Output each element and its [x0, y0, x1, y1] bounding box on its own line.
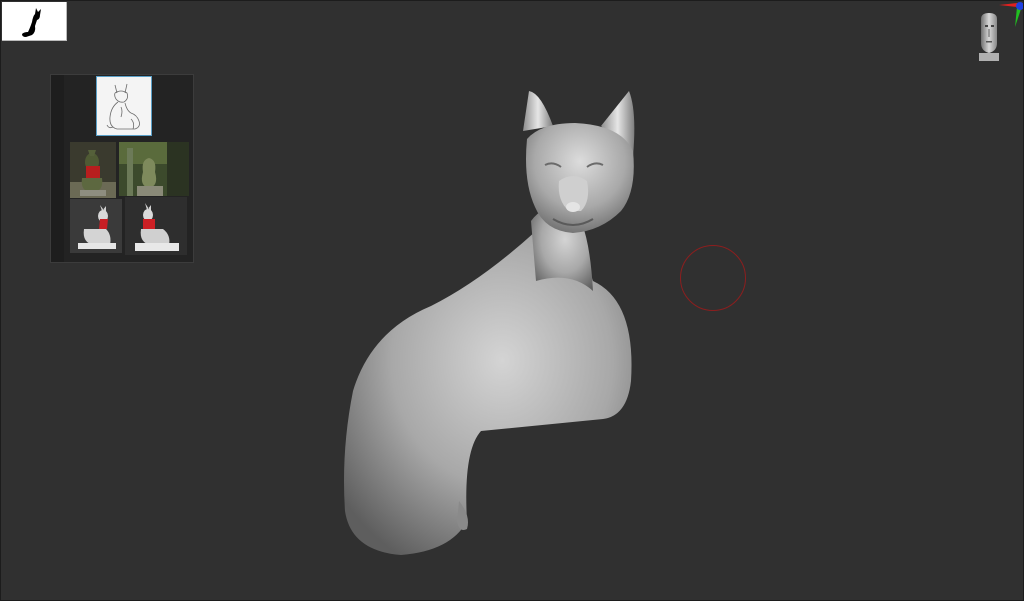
head-orientation-icon [979, 2, 1023, 61]
navigation-gizmo[interactable] [973, 1, 1023, 65]
fox-silhouette-icon [22, 8, 41, 37]
sculpted-fox-model[interactable] [331, 81, 661, 571]
brush-cursor [680, 245, 746, 311]
fox-sketch-image[interactable] [96, 76, 152, 136]
fox-statue-red-bib-photo[interactable] [70, 142, 116, 198]
panel-scroll-strip[interactable] [51, 75, 64, 262]
fox-statue-moss-photo[interactable] [119, 142, 189, 196]
reference-image-panel [50, 74, 194, 263]
3d-viewport[interactable] [0, 0, 1024, 601]
silhouette-thumbnail[interactable] [2, 2, 67, 41]
white-fox-statue-side-photo[interactable] [125, 197, 187, 255]
white-fox-statue-photo[interactable] [70, 199, 122, 253]
